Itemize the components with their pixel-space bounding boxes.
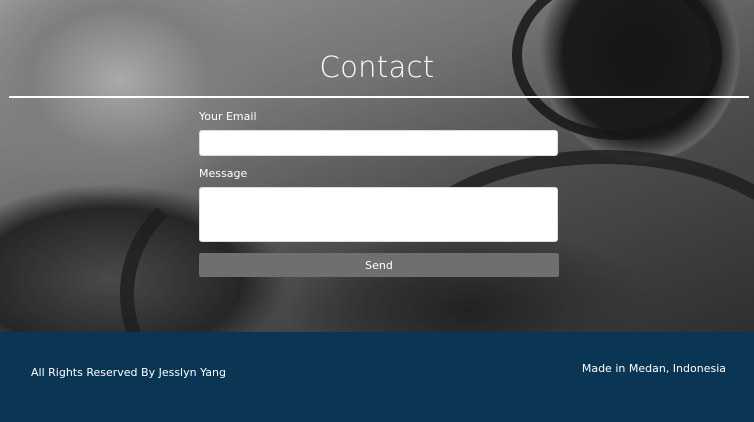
title-divider [9, 96, 749, 98]
copyright-text: All Rights Reserved By Jesslyn Yang [31, 366, 226, 379]
send-button[interactable]: Send [199, 253, 559, 277]
email-field[interactable] [199, 130, 558, 156]
message-label: Message [199, 167, 248, 180]
footer: All Rights Reserved By Jesslyn Yang Made… [0, 332, 754, 422]
email-label: Your Email [199, 110, 257, 123]
hero-background-image: Contact Your Email Message Send [0, 0, 754, 332]
message-field[interactable] [199, 187, 558, 242]
location-text: Made in Medan, Indonesia [581, 362, 726, 375]
page-title: Contact [319, 50, 435, 84]
